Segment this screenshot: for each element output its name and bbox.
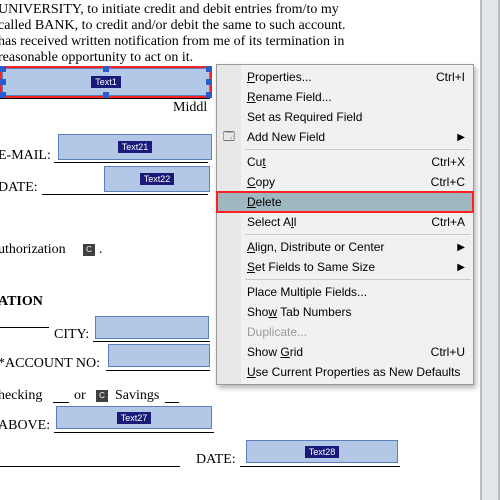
doc-text: UNIVERSITY, to initiate credit and debit… xyxy=(0,2,339,18)
menu-separator xyxy=(245,234,471,235)
doc-text: hecking xyxy=(0,388,42,404)
doc-text: uthorization xyxy=(0,242,66,258)
field-tag: Text22 xyxy=(140,173,175,185)
menu-item-use-defaults[interactable]: Use Current Properties as New Defaults xyxy=(217,362,473,382)
menu-shortcut: Ctrl+U xyxy=(431,345,465,359)
rule-line xyxy=(240,466,400,467)
menu-item-select-all[interactable]: Select All Ctrl+A xyxy=(217,212,473,232)
menu-label: Add New Field xyxy=(247,130,325,144)
menu-item-duplicate: Duplicate... xyxy=(217,322,473,342)
menu-label: Rename Field... xyxy=(247,90,332,104)
menu-separator xyxy=(245,279,471,280)
doc-text: or xyxy=(74,388,86,404)
menu-item-copy[interactable]: Copy Ctrl+C xyxy=(217,172,473,192)
submenu-arrow-icon: ▶ xyxy=(457,132,465,143)
field-tag: Text1 xyxy=(91,76,121,88)
field-tag: Text21 xyxy=(118,141,153,153)
doc-text: called BANK, to credit and/or debit the … xyxy=(0,18,346,34)
section-header: ATION xyxy=(0,294,43,310)
doc-text: Middl xyxy=(173,100,207,116)
menu-label: Place Multiple Fields... xyxy=(247,285,367,299)
rule-line xyxy=(106,370,210,371)
form-field-account[interactable] xyxy=(108,344,210,367)
field-tag: Text27 xyxy=(117,412,152,424)
menu-shortcut: Ctrl+I xyxy=(436,70,465,84)
rule-line xyxy=(42,194,208,195)
menu-label: Duplicate... xyxy=(247,325,307,339)
above-label: ABOVE: xyxy=(0,418,50,434)
menu-label: Copy xyxy=(247,175,275,189)
account-label: *ACCOUNT NO: xyxy=(0,356,100,372)
doc-text: . xyxy=(99,242,103,258)
menu-item-place-multiple[interactable]: Place Multiple Fields... xyxy=(217,282,473,302)
menu-shortcut: Ctrl+A xyxy=(431,215,465,229)
menu-label: Show Grid xyxy=(247,345,303,359)
menu-label: Properties... xyxy=(247,70,312,84)
menu-item-add-new-field[interactable]: 🗔 Add New Field ▶ xyxy=(217,127,473,147)
form-field-text28[interactable]: Text28 xyxy=(246,440,398,463)
menu-item-show-grid[interactable]: Show Grid Ctrl+U xyxy=(217,342,473,362)
form-field-city[interactable] xyxy=(95,316,209,339)
menu-label: Align, Distribute or Center xyxy=(247,240,384,254)
menu-separator xyxy=(245,149,471,150)
menu-item-rename[interactable]: Rename Field... xyxy=(217,87,473,107)
menu-item-cut[interactable]: Cut Ctrl+X xyxy=(217,152,473,172)
add-field-icon: 🗔 xyxy=(221,129,237,145)
menu-label: Cut xyxy=(247,155,266,169)
rule-line xyxy=(165,402,179,403)
checkbox-field[interactable]: C xyxy=(83,244,95,256)
menu-shortcut: Ctrl+C xyxy=(431,175,465,189)
menu-item-align[interactable]: Align, Distribute or Center ▶ xyxy=(217,237,473,257)
menu-label: Set Fields to Same Size xyxy=(247,260,375,274)
menu-item-set-required[interactable]: Set as Required Field xyxy=(217,107,473,127)
date-label: DATE: xyxy=(196,452,236,468)
form-field-text21[interactable]: Text21 xyxy=(58,134,212,160)
rule-line xyxy=(53,402,69,403)
form-field-text27[interactable]: Text27 xyxy=(56,406,212,429)
rule-line xyxy=(0,466,180,467)
rule-line xyxy=(54,432,214,433)
menu-shortcut: Ctrl+X xyxy=(431,155,465,169)
menu-label: Show Tab Numbers xyxy=(247,305,352,319)
city-label: CITY: xyxy=(54,327,89,343)
menu-label: Select All xyxy=(247,215,296,229)
rule-line xyxy=(0,327,49,328)
field-tag: Text28 xyxy=(305,446,340,458)
rule-line xyxy=(54,162,208,163)
menu-label: Delete xyxy=(247,195,282,209)
page-gutter xyxy=(480,0,500,500)
doc-text: Savings xyxy=(115,388,159,404)
menu-item-same-size[interactable]: Set Fields to Same Size ▶ xyxy=(217,257,473,277)
checkbox-field[interactable]: C xyxy=(96,390,108,402)
menu-label: Set as Required Field xyxy=(247,110,362,124)
menu-item-properties[interactable]: Properties... Ctrl+I xyxy=(217,67,473,87)
date-label: DATE: xyxy=(0,180,38,196)
context-menu: Properties... Ctrl+I Rename Field... Set… xyxy=(216,64,474,385)
form-field-text1[interactable]: Text1 xyxy=(2,68,210,96)
menu-label: Use Current Properties as New Defaults xyxy=(247,365,460,379)
menu-item-delete[interactable]: Delete xyxy=(217,192,473,212)
submenu-arrow-icon: ▶ xyxy=(457,262,465,273)
rule-line xyxy=(93,341,210,342)
rule-line xyxy=(0,98,210,99)
doc-text: reasonable opportunity to act on it. xyxy=(0,50,193,66)
menu-item-show-tab-numbers[interactable]: Show Tab Numbers xyxy=(217,302,473,322)
doc-text: has received written notification from m… xyxy=(0,34,344,50)
submenu-arrow-icon: ▶ xyxy=(457,242,465,253)
form-field-text22[interactable]: Text22 xyxy=(104,166,210,192)
email-label: E-MAIL: xyxy=(0,148,51,164)
